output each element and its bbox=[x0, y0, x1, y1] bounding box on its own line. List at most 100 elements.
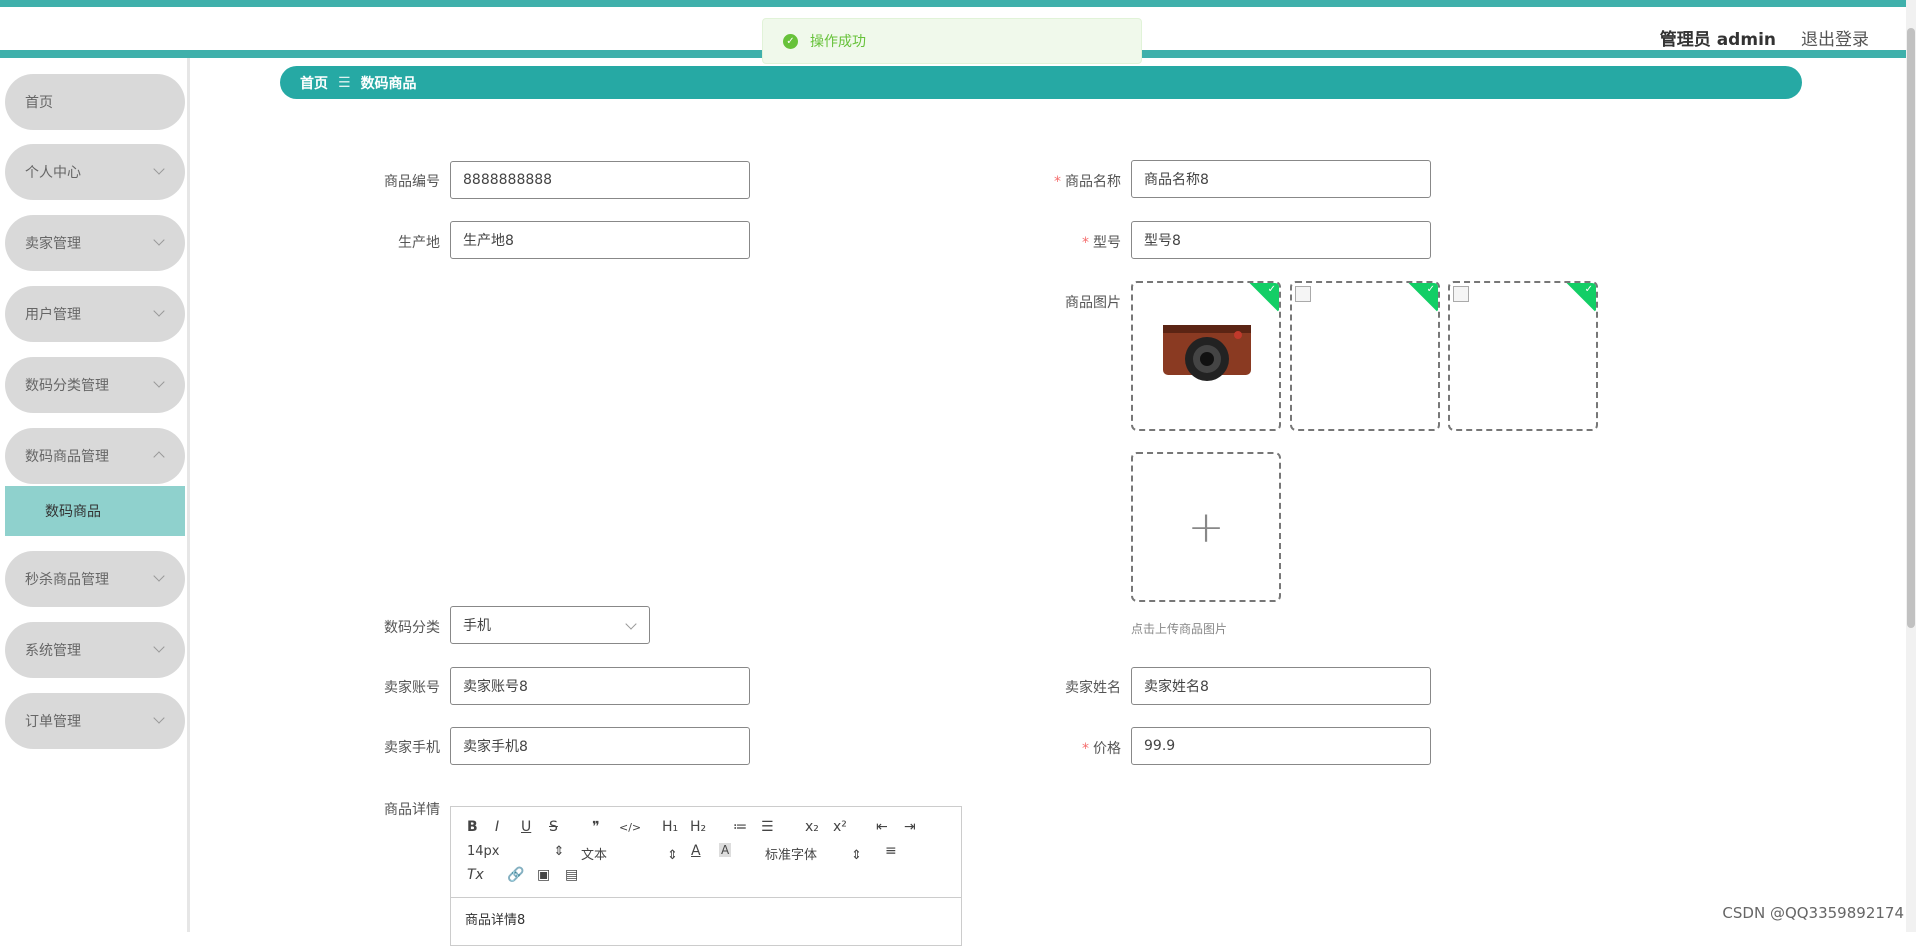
sidebar-item-label: 订单管理 bbox=[25, 714, 81, 730]
product-code-input[interactable]: 8888888888 bbox=[450, 161, 750, 199]
header-select[interactable]: 文本 ⇕ bbox=[581, 844, 678, 863]
check-icon: ✓ bbox=[1426, 284, 1435, 295]
broken-image-icon bbox=[1295, 286, 1311, 302]
scrollbar-thumb[interactable] bbox=[1907, 28, 1915, 628]
sidebar-subitem-label: 数码商品 bbox=[45, 504, 101, 520]
page-scrollbar[interactable] bbox=[1906, 0, 1916, 932]
breadcrumb: 首页 ☰ 数码商品 bbox=[280, 66, 1802, 99]
sidebar-item-label: 卖家管理 bbox=[25, 236, 81, 252]
product-image-thumbnail-3[interactable]: ✓ bbox=[1448, 281, 1598, 431]
seller-name-label: 卖家姓名 bbox=[1065, 680, 1121, 696]
origin-label: 生产地 bbox=[398, 235, 440, 251]
editor-content[interactable]: 商品详情8 bbox=[465, 909, 525, 928]
sidebar-item-label: 系统管理 bbox=[25, 643, 81, 659]
chevron-down-icon bbox=[153, 234, 165, 246]
background-color-icon[interactable]: A bbox=[719, 843, 732, 857]
origin-input[interactable]: 生产地8 bbox=[450, 221, 750, 259]
sidebar-item-user-management[interactable]: 用户管理 bbox=[5, 286, 185, 342]
superscript-button[interactable]: x² bbox=[833, 819, 847, 835]
model-input[interactable]: 型号8 bbox=[1131, 221, 1431, 259]
font-family-select[interactable]: 标准字体 ⇕ bbox=[765, 844, 862, 863]
price-input[interactable]: 99.9 bbox=[1131, 727, 1431, 765]
sidebar-item-order-management[interactable]: 订单管理 bbox=[5, 693, 185, 749]
model-label: * 型号 bbox=[1082, 235, 1121, 251]
sidebar-item-product-management[interactable]: 数码商品管理 bbox=[5, 428, 185, 484]
breadcrumb-home[interactable]: 首页 bbox=[300, 73, 328, 93]
underline-button[interactable]: U bbox=[521, 819, 531, 835]
sidebar-item-label: 用户管理 bbox=[25, 307, 81, 323]
clear-format-icon[interactable]: Tx bbox=[467, 867, 484, 883]
check-icon: ✓ bbox=[1267, 284, 1276, 295]
category-label: 数码分类 bbox=[384, 620, 440, 636]
product-code-label: 商品编号 bbox=[384, 174, 440, 190]
sidebar-item-label: 首页 bbox=[25, 95, 53, 111]
price-label: * 价格 bbox=[1082, 741, 1121, 757]
sidebar-subitem-products[interactable]: 数码商品 bbox=[5, 486, 185, 536]
sidebar-item-label: 数码商品管理 bbox=[25, 449, 109, 465]
seller-name-input[interactable]: 卖家姓名8 bbox=[1131, 667, 1431, 705]
user-label: 管理员 admin bbox=[1659, 30, 1776, 50]
outdent-icon[interactable]: ⇤ bbox=[876, 819, 888, 835]
category-select[interactable]: 手机 bbox=[450, 606, 650, 644]
seller-phone-label: 卖家手机 bbox=[384, 740, 440, 756]
sidebar-item-flash-sale-management[interactable]: 秒杀商品管理 bbox=[5, 551, 185, 607]
product-name-input[interactable]: 商品名称8 bbox=[1131, 160, 1431, 198]
menu-icon: ☰ bbox=[338, 74, 351, 91]
success-toast: ✓ 操作成功 bbox=[762, 18, 1142, 64]
sidebar-item-label: 秒杀商品管理 bbox=[25, 572, 109, 588]
image-upload-button[interactable]: + bbox=[1131, 452, 1281, 602]
link-icon[interactable]: 🔗 bbox=[507, 867, 524, 883]
h1-button[interactable]: H₁ bbox=[662, 819, 678, 835]
product-images-label: 商品图片 bbox=[1065, 295, 1121, 311]
seller-account-label: 卖家账号 bbox=[384, 680, 440, 696]
sidebar-item-home[interactable]: 首页 bbox=[5, 74, 185, 130]
sidebar-item-label: 个人中心 bbox=[25, 165, 81, 181]
chevron-down-icon bbox=[153, 712, 165, 724]
chevron-down-icon bbox=[625, 618, 637, 630]
sidebar-item-seller-management[interactable]: 卖家管理 bbox=[5, 215, 185, 271]
product-image-thumbnail-2[interactable]: ✓ bbox=[1290, 281, 1440, 431]
chevron-down-icon bbox=[153, 305, 165, 317]
product-image-thumbnail-1[interactable]: ✓ bbox=[1131, 281, 1281, 431]
toast-message: 操作成功 bbox=[810, 34, 866, 50]
sidebar: 首页 个人中心 卖家管理 用户管理 数码分类管理 数码商品管理 数码商品 秒杀商… bbox=[0, 58, 190, 932]
breadcrumb-current: 数码商品 bbox=[360, 75, 417, 92]
bullet-list-icon[interactable]: ☰ bbox=[761, 819, 774, 835]
sidebar-item-system-management[interactable]: 系统管理 bbox=[5, 622, 185, 678]
font-size-select[interactable]: 14px ⇕ bbox=[467, 844, 564, 859]
italic-button[interactable]: I bbox=[495, 819, 499, 835]
logout-link[interactable]: 退出登录 bbox=[1801, 25, 1869, 50]
sidebar-item-personal-center[interactable]: 个人中心 bbox=[5, 144, 185, 200]
broken-image-icon bbox=[1453, 286, 1469, 302]
strike-button[interactable]: S bbox=[549, 819, 558, 835]
indent-icon[interactable]: ⇥ bbox=[904, 819, 916, 835]
editor-toolbar: B I U S ❞ </> H₁ H₂ ≔ ☰ x₂ x² ⇤ ⇥ 14px ⇕ … bbox=[451, 807, 961, 898]
sidebar-item-label: 数码分类管理 bbox=[25, 378, 109, 394]
seller-account-input[interactable]: 卖家账号8 bbox=[450, 667, 750, 705]
ordered-list-icon[interactable]: ≔ bbox=[733, 819, 747, 835]
product-name-label: * 商品名称 bbox=[1054, 174, 1121, 190]
camera-image bbox=[1163, 325, 1251, 381]
check-icon: ✓ bbox=[1584, 284, 1593, 295]
chevron-up-icon bbox=[153, 451, 165, 463]
top-accent-bar bbox=[0, 0, 1916, 7]
chevron-down-icon bbox=[153, 570, 165, 582]
upload-hint: 点击上传商品图片 bbox=[1131, 622, 1228, 636]
success-check-icon: ✓ bbox=[783, 33, 798, 49]
rich-text-editor: B I U S ❞ </> H₁ H₂ ≔ ☰ x₂ x² ⇤ ⇥ 14px ⇕ … bbox=[450, 806, 962, 946]
image-icon[interactable]: ▣ bbox=[537, 867, 550, 883]
sidebar-item-category-management[interactable]: 数码分类管理 bbox=[5, 357, 185, 413]
subscript-button[interactable]: x₂ bbox=[805, 819, 819, 835]
watermark: CSDN @QQ3359892174 bbox=[1722, 904, 1904, 922]
video-icon[interactable]: ▤ bbox=[565, 867, 578, 883]
plus-icon: + bbox=[1187, 501, 1225, 553]
chevron-down-icon bbox=[153, 376, 165, 388]
align-left-icon[interactable]: ≡ bbox=[885, 843, 897, 859]
text-color-icon[interactable]: A bbox=[691, 843, 701, 859]
code-icon[interactable]: </> bbox=[619, 821, 641, 834]
chevron-down-icon bbox=[153, 163, 165, 175]
blockquote-icon[interactable]: ❞ bbox=[592, 819, 600, 835]
h2-button[interactable]: H₂ bbox=[690, 819, 706, 835]
seller-phone-input[interactable]: 卖家手机8 bbox=[450, 727, 750, 765]
bold-button[interactable]: B bbox=[467, 819, 478, 835]
